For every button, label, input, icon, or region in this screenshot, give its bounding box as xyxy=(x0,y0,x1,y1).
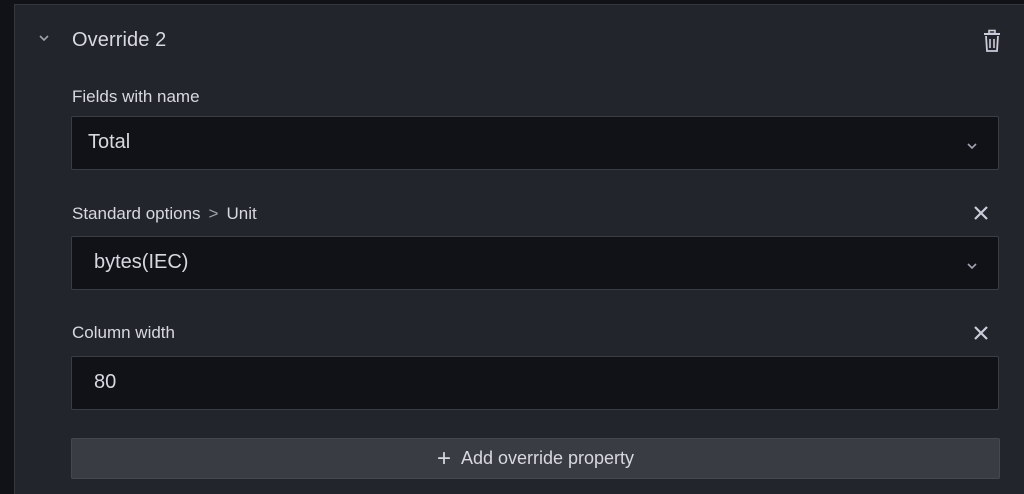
fields-with-name-select[interactable]: Total xyxy=(71,116,999,170)
override-panel: Override 2 Fields with name Total Standa… xyxy=(14,4,1024,494)
unit-select[interactable]: bytes(IEC) xyxy=(71,236,999,290)
column-width-value: 80 xyxy=(94,371,117,393)
unit-property-name: Unit xyxy=(226,204,257,223)
matcher-value: Total xyxy=(88,131,131,153)
column-width-input[interactable]: 80 xyxy=(71,356,999,410)
override-title: Override 2 xyxy=(72,29,167,51)
close-icon[interactable] xyxy=(971,203,991,223)
chevron-down-icon[interactable] xyxy=(966,137,980,151)
chevron-down-icon[interactable] xyxy=(37,31,51,45)
unit-property-label: Standard options > Unit xyxy=(72,204,257,224)
matcher-label: Fields with name xyxy=(72,87,200,106)
add-override-property-button[interactable]: + Add override property xyxy=(71,438,1000,479)
plus-icon: + xyxy=(436,444,451,472)
column-width-label: Column width xyxy=(72,323,175,342)
chevron-down-icon[interactable] xyxy=(966,257,980,271)
trash-icon[interactable] xyxy=(981,29,1003,53)
unit-property-category: Standard options xyxy=(72,204,201,223)
unit-value: bytes(IEC) xyxy=(94,251,189,273)
close-icon[interactable] xyxy=(971,323,991,343)
add-override-property-label: Add override property xyxy=(460,448,635,468)
override-header[interactable]: Override 2 xyxy=(15,19,1024,63)
left-gutter xyxy=(0,0,14,494)
breadcrumb-separator: > xyxy=(208,204,219,223)
